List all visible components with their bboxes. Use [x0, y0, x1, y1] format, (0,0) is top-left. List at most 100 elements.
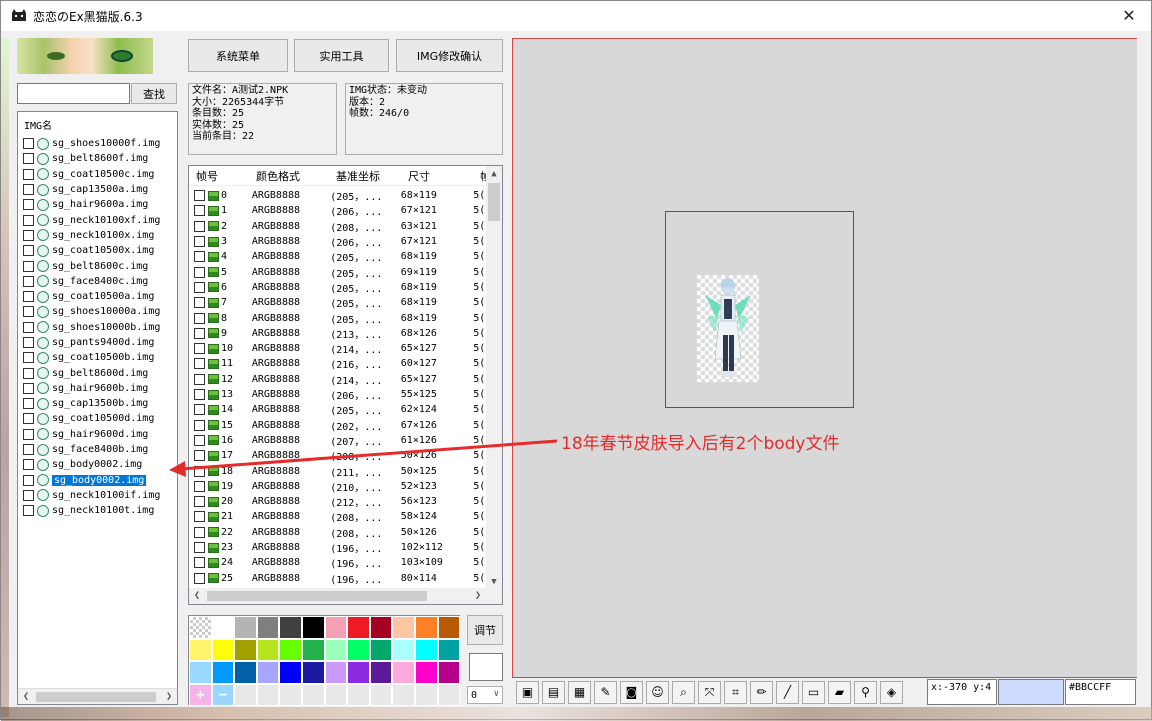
save-image-icon[interactable]: ▣: [516, 680, 539, 704]
transparent-swatch[interactable]: [189, 616, 212, 639]
col-size[interactable]: 尺寸: [401, 168, 473, 184]
row-checkbox[interactable]: [194, 496, 205, 508]
col-base-coord[interactable]: 基准坐标: [329, 168, 401, 184]
frame-row[interactable]: 12 ARGB8888 (214，... 65×127 5(: [189, 372, 487, 387]
palette-swatch[interactable]: [414, 638, 438, 661]
adjust-button[interactable]: 调节: [467, 615, 503, 645]
frame-table[interactable]: 帧号 颜色格式 基准坐标 尺寸 帧 0 ARGB8888 (205，... 68×11…: [188, 165, 503, 605]
frame-table-hscroll[interactable]: ❮ ❯: [189, 588, 502, 604]
row-checkbox[interactable]: [194, 327, 205, 339]
row-checkbox[interactable]: [194, 480, 205, 492]
img-list-item[interactable]: sg_coat10500x.img: [18, 243, 177, 258]
row-checkbox[interactable]: [194, 281, 205, 293]
row-checkbox[interactable]: [194, 450, 205, 462]
row-checkbox[interactable]: [194, 572, 205, 584]
row-checkbox[interactable]: [23, 184, 34, 196]
row-checkbox[interactable]: [23, 214, 34, 226]
scroll-up-icon[interactable]: ▲: [486, 166, 502, 182]
palette-swatch[interactable]: [301, 661, 325, 684]
frame-row[interactable]: 10 ARGB8888 (214，... 65×127 5(: [189, 341, 487, 356]
palette-swatch[interactable]: [234, 683, 257, 706]
img-list-item[interactable]: sg_face8400b.img: [18, 442, 177, 457]
eraser-icon[interactable]: ▰: [828, 680, 851, 704]
palette-swatch[interactable]: [279, 661, 302, 684]
frame-row[interactable]: 19 ARGB8888 (210，... 52×123 5(: [189, 479, 487, 494]
img-list-item[interactable]: sg_hair9600d.img: [18, 427, 177, 442]
row-checkbox[interactable]: [23, 275, 34, 287]
img-list-item[interactable]: sg_cap13500b.img: [18, 396, 177, 411]
row-checkbox[interactable]: [23, 153, 34, 165]
palette-swatch[interactable]: [369, 683, 393, 706]
frame-row[interactable]: 17 ARGB8888 (208，... 50×126 5(: [189, 448, 487, 463]
frame-row[interactable]: 5 ARGB8888 (205，... 69×119 5(: [189, 265, 487, 280]
palette-swatch[interactable]: [392, 683, 415, 706]
line-icon[interactable]: ╱: [776, 680, 799, 704]
eyedropper-icon[interactable]: ⚲: [854, 680, 877, 704]
row-checkbox[interactable]: [194, 511, 205, 523]
preview-canvas[interactable]: [512, 38, 1138, 678]
zoom-icon[interactable]: ⌕: [672, 680, 695, 704]
row-checkbox[interactable]: [194, 358, 205, 370]
frame-row[interactable]: 18 ARGB8888 (211，... 50×125 5(: [189, 463, 487, 479]
palette-swatch[interactable]: [369, 616, 393, 639]
row-checkbox[interactable]: [194, 343, 205, 355]
frame-row[interactable]: 11 ARGB8888 (216，... 60×127 5(: [189, 356, 487, 371]
img-list-item[interactable]: sg_body0002.img: [18, 457, 177, 472]
palette-swatch[interactable]: [301, 638, 325, 661]
frame-row[interactable]: 14 ARGB8888 (205，... 62×124 5(: [189, 402, 487, 417]
scroll-thumb[interactable]: [207, 591, 427, 601]
img-list-item[interactable]: sg_shoes10000f.img: [18, 136, 177, 151]
col-frame[interactable]: 帧: [473, 168, 487, 184]
palette-swatch[interactable]: [414, 661, 438, 684]
palette-swatch[interactable]: [392, 661, 415, 684]
img-list-item[interactable]: sg_body0002.img: [18, 473, 177, 488]
sprite-preview[interactable]: [697, 275, 759, 382]
img-list-hscroll[interactable]: ❮ ❯: [18, 688, 177, 704]
frame-row[interactable]: 20 ARGB8888 (212，... 56×123 5(: [189, 494, 487, 509]
row-checkbox[interactable]: [194, 220, 205, 232]
row-checkbox[interactable]: [23, 199, 34, 211]
row-checkbox[interactable]: [23, 474, 34, 486]
row-checkbox[interactable]: [23, 459, 34, 471]
row-checkbox[interactable]: [23, 444, 34, 456]
row-checkbox[interactable]: [23, 168, 34, 180]
palette-swatch[interactable]: [347, 638, 370, 661]
palette-swatch[interactable]: [324, 661, 348, 684]
crop-icon[interactable]: ⌗: [724, 680, 747, 704]
img-list-item[interactable]: sg_neck10100xf.img: [18, 212, 177, 227]
system-menu-button[interactable]: 系统菜单: [188, 39, 288, 72]
palette-swatch[interactable]: [189, 661, 212, 684]
frame-row[interactable]: 7 ARGB8888 (205，... 68×119 5(: [189, 295, 487, 310]
img-list-item[interactable]: sg_coat10500b.img: [18, 350, 177, 365]
row-checkbox[interactable]: [194, 526, 205, 538]
row-checkbox[interactable]: [23, 367, 34, 379]
row-checkbox[interactable]: [23, 321, 34, 333]
palette-swatch[interactable]: [324, 616, 348, 639]
frame-row[interactable]: 0 ARGB8888 (205，... 68×119 5(: [189, 188, 487, 203]
frame-row[interactable]: 13 ARGB8888 (206，... 55×125 5(: [189, 387, 487, 402]
row-checkbox[interactable]: [23, 337, 34, 348]
frame-row[interactable]: 24 ARGB8888 (196，... 103×109 5(: [189, 555, 487, 570]
pig-icon[interactable]: ☺: [646, 680, 669, 704]
palette-swatch[interactable]: [211, 616, 235, 639]
row-checkbox[interactable]: [194, 236, 205, 248]
row-checkbox[interactable]: [23, 229, 34, 241]
frame-row[interactable]: 2 ARGB8888 (208，... 63×121 5(: [189, 219, 487, 234]
img-list-item[interactable]: sg_hair9600a.img: [18, 197, 177, 212]
palette-swatch[interactable]: [369, 661, 393, 684]
row-checkbox[interactable]: [23, 352, 34, 364]
img-list-item[interactable]: sg_neck10100t.img: [18, 503, 177, 518]
scroll-right-icon[interactable]: ❯: [470, 588, 486, 604]
img-list-item[interactable]: sg_cap13500a.img: [18, 182, 177, 197]
palette-swatch[interactable]: [414, 616, 438, 639]
row-checkbox[interactable]: [194, 465, 205, 477]
img-list-item[interactable]: sg_neck10100if.img: [18, 488, 177, 503]
frame-row[interactable]: 9 ARGB8888 (213，... 68×126 5(: [189, 326, 487, 341]
row-checkbox[interactable]: [23, 306, 34, 318]
palette-swatch[interactable]: [301, 683, 325, 706]
row-checkbox[interactable]: [194, 251, 205, 263]
row-checkbox[interactable]: [194, 389, 205, 401]
row-checkbox[interactable]: [23, 245, 34, 257]
current-color-swatch[interactable]: [469, 653, 503, 681]
palette-swatch[interactable]: [392, 616, 415, 639]
